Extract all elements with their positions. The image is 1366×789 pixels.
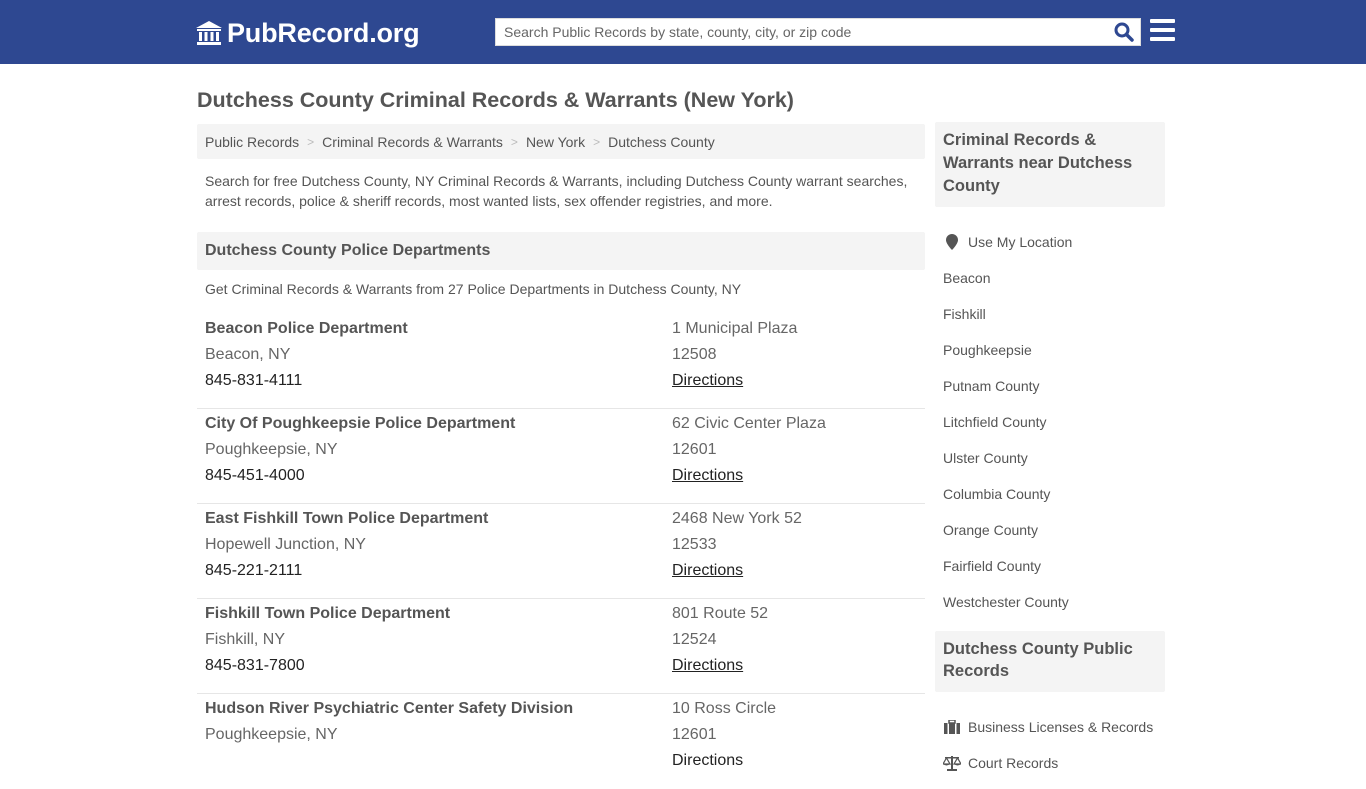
nearby-link-columbia-county[interactable]: Columbia County xyxy=(943,476,1165,512)
police-departments-heading: Dutchess County Police Departments xyxy=(197,232,925,270)
page-title: Dutchess County Criminal Records & Warra… xyxy=(197,88,794,112)
menu-bar-icon xyxy=(1150,37,1175,41)
nearby-link-ulster-county[interactable]: Ulster County xyxy=(943,440,1165,476)
list-item: Beacon Police Department Beacon, NY 845-… xyxy=(197,314,925,409)
department-city: Hopewell Junction, NY xyxy=(205,536,366,553)
nearby-link-poughkeepsie[interactable]: Poughkeepsie xyxy=(943,332,1165,368)
police-department-list: Beacon Police Department Beacon, NY 845-… xyxy=(197,314,925,789)
nearby-link-litchfield-county[interactable]: Litchfield County xyxy=(943,404,1165,440)
county-public-records-heading: Dutchess County Public Records xyxy=(935,631,1165,692)
department-name-link[interactable]: City Of Poughkeepsie Police Department xyxy=(205,415,515,433)
breadcrumb: Public Records > Criminal Records & Warr… xyxy=(197,124,925,159)
search-icon xyxy=(1114,22,1134,42)
intro-text: Search for free Dutchess County, NY Crim… xyxy=(205,173,908,209)
department-zip: 12533 xyxy=(672,536,717,553)
department-phone[interactable]: 845-221-2111 xyxy=(205,562,302,580)
logo-text: PubRecord.org xyxy=(227,17,420,48)
police-departments-subheading: Get Criminal Records & Warrants from 27 … xyxy=(205,281,742,297)
search-button[interactable] xyxy=(1112,21,1136,43)
breadcrumb-public-records[interactable]: Public Records xyxy=(205,134,299,150)
department-address: 2468 New York 52 xyxy=(672,510,802,527)
site-header: PubRecord.org xyxy=(0,0,1366,64)
department-zip: 12508 xyxy=(672,346,717,363)
department-name-link[interactable]: Beacon Police Department xyxy=(205,320,408,338)
list-item: City Of Poughkeepsie Police Department P… xyxy=(197,409,925,504)
business-licenses-link[interactable]: Business Licenses & Records xyxy=(943,709,1165,745)
department-address: 10 Ross Circle xyxy=(672,700,777,717)
list-item: Hudson River Psychiatric Center Safety D… xyxy=(197,694,925,789)
use-my-location-label: Use My Location xyxy=(968,234,1073,250)
breadcrumb-dutchess-county[interactable]: Dutchess County xyxy=(608,134,715,150)
department-address: 62 Civic Center Plaza xyxy=(672,415,826,432)
nearby-link-beacon[interactable]: Beacon xyxy=(943,260,1165,296)
department-phone[interactable]: 845-831-7800 xyxy=(205,657,305,675)
breadcrumb-separator: > xyxy=(593,134,601,149)
hamburger-menu-button[interactable] xyxy=(1150,19,1175,43)
courthouse-icon xyxy=(196,21,222,45)
briefcase-icon xyxy=(943,719,961,735)
business-licenses-label: Business Licenses & Records xyxy=(968,719,1154,735)
department-phone[interactable]: 845-451-4000 xyxy=(205,467,305,485)
use-my-location-link[interactable]: Use My Location xyxy=(943,224,1165,260)
directions-link[interactable]: Directions xyxy=(672,657,743,675)
nearby-records-heading: Criminal Records & Warrants near Dutches… xyxy=(935,122,1165,207)
search-bar xyxy=(495,18,1141,46)
department-name-link[interactable]: East Fishkill Town Police Department xyxy=(205,510,488,528)
department-address: 1 Municipal Plaza xyxy=(672,320,798,337)
court-records-label: Court Records xyxy=(968,755,1059,771)
list-item: East Fishkill Town Police Department Hop… xyxy=(197,504,925,599)
department-city: Poughkeepsie, NY xyxy=(205,441,338,458)
list-item: Fishkill Town Police Department Fishkill… xyxy=(197,599,925,694)
nearby-link-fishkill[interactable]: Fishkill xyxy=(943,296,1165,332)
directions-link[interactable]: Directions xyxy=(672,467,743,485)
department-name-link[interactable]: Hudson River Psychiatric Center Safety D… xyxy=(205,700,573,718)
search-input[interactable] xyxy=(496,19,1096,45)
breadcrumb-criminal-records[interactable]: Criminal Records & Warrants xyxy=(322,134,503,150)
department-zip: 12601 xyxy=(672,726,717,743)
breadcrumb-separator: > xyxy=(510,134,518,149)
department-zip: 12524 xyxy=(672,631,717,648)
menu-bar-icon xyxy=(1150,28,1175,32)
nearby-link-orange-county[interactable]: Orange County xyxy=(943,512,1165,548)
department-city: Fishkill, NY xyxy=(205,631,286,648)
map-marker-icon xyxy=(943,234,961,250)
breadcrumb-separator: > xyxy=(307,134,315,149)
menu-bar-icon xyxy=(1150,19,1175,23)
site-logo[interactable]: PubRecord.org xyxy=(195,16,420,50)
nearby-link-putnam-county[interactable]: Putnam County xyxy=(943,368,1165,404)
directions-link[interactable]: Directions xyxy=(672,562,743,580)
nearby-link-fairfield-county[interactable]: Fairfield County xyxy=(943,548,1165,584)
department-phone[interactable]: 845-831-4111 xyxy=(205,372,302,390)
court-records-link[interactable]: Court Records xyxy=(943,745,1165,781)
scale-icon xyxy=(943,755,961,771)
department-city: Beacon, NY xyxy=(205,346,291,363)
department-city: Poughkeepsie, NY xyxy=(205,726,338,743)
county-public-records-list: Business Licenses & Records Court Record… xyxy=(943,709,1165,781)
department-zip: 12601 xyxy=(672,441,717,458)
nearby-records-list: Use My Location Beacon Fishkill Poughkee… xyxy=(943,224,1165,620)
nearby-link-westchester-county[interactable]: Westchester County xyxy=(943,584,1165,620)
directions-link[interactable]: Directions xyxy=(672,372,743,390)
department-name-link[interactable]: Fishkill Town Police Department xyxy=(205,605,450,623)
breadcrumb-new-york[interactable]: New York xyxy=(526,134,585,150)
directions-link[interactable]: Directions xyxy=(672,752,743,770)
department-address: 801 Route 52 xyxy=(672,605,769,622)
